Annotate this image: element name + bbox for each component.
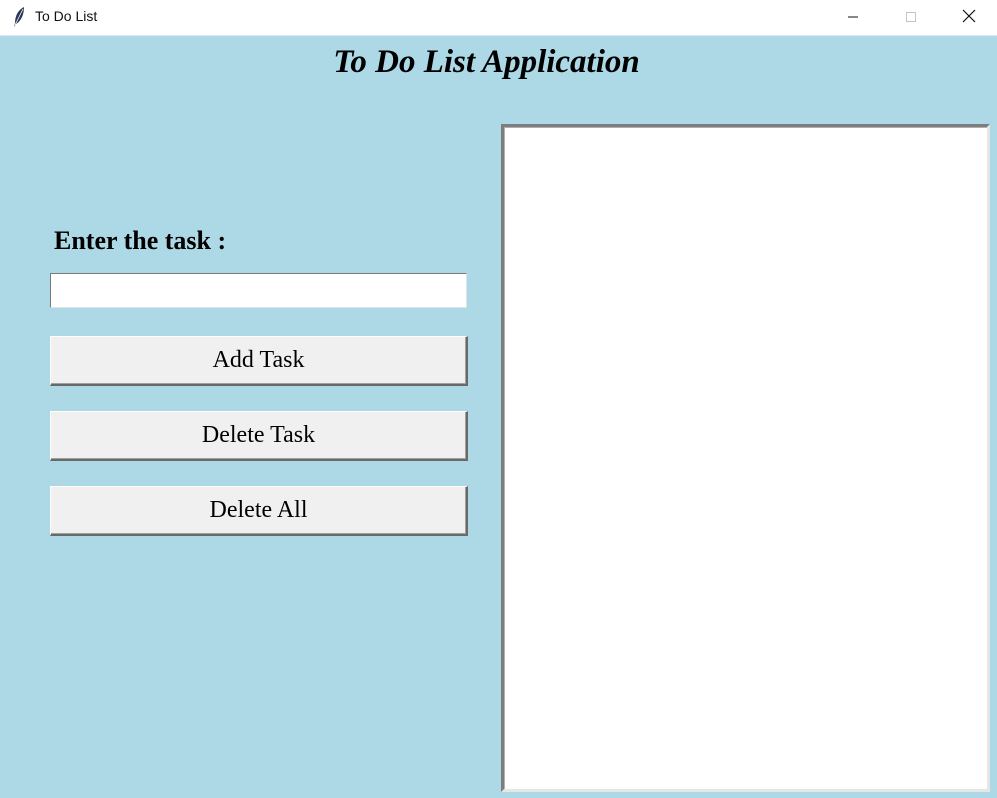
app-window: To Do List To Do List Application Enter … bbox=[0, 0, 997, 798]
main-panel: To Do List Application Enter the task : … bbox=[0, 36, 997, 798]
task-label: Enter the task : bbox=[54, 226, 227, 255]
close-button[interactable] bbox=[940, 0, 997, 35]
add-task-button[interactable]: Add Task bbox=[50, 336, 468, 386]
maximize-icon bbox=[905, 8, 917, 27]
page-title: To Do List Application bbox=[333, 44, 640, 80]
delete-task-button[interactable]: Delete Task bbox=[50, 411, 468, 461]
minimize-icon bbox=[847, 8, 859, 27]
task-input[interactable] bbox=[50, 273, 467, 308]
title-bar[interactable]: To Do List bbox=[0, 0, 997, 36]
window-title: To Do List bbox=[35, 8, 98, 24]
maximize-button[interactable] bbox=[882, 0, 940, 35]
minimize-button[interactable] bbox=[824, 0, 882, 35]
task-listbox[interactable] bbox=[501, 124, 990, 792]
feather-icon bbox=[12, 6, 26, 28]
delete-all-button[interactable]: Delete All bbox=[50, 486, 468, 536]
close-icon bbox=[962, 8, 976, 27]
